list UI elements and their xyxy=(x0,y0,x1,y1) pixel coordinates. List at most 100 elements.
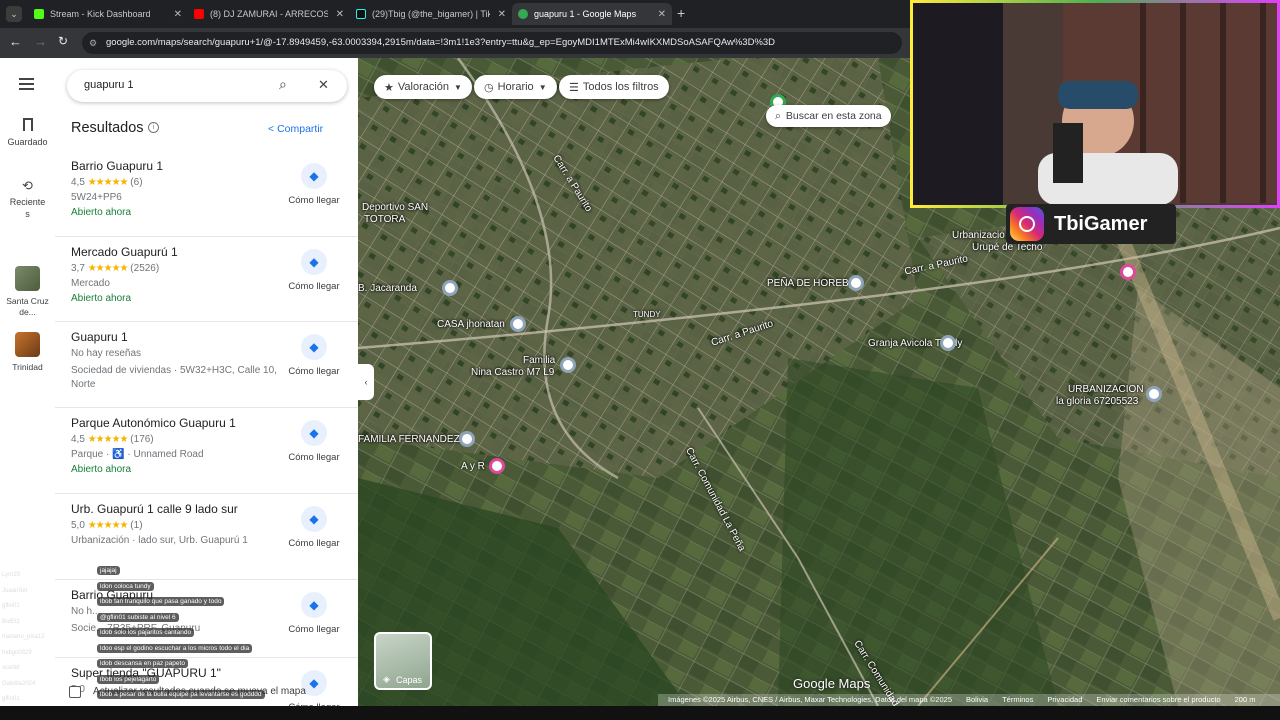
chat-username: JuaanSer xyxy=(2,587,28,594)
chat-username: gflin01 xyxy=(2,603,20,609)
place-label: B. Jacaranda xyxy=(358,283,417,294)
hours-filter-chip[interactable]: ◷ Horario ▼ xyxy=(474,75,557,99)
layers-icon: ◈ xyxy=(383,674,390,684)
map-marker[interactable] xyxy=(459,431,475,447)
chat-message: lbob a pesar de la bulla equipe pa levan… xyxy=(97,690,265,699)
close-icon[interactable]: ✕ xyxy=(498,9,506,20)
scale-label: 200 m xyxy=(1234,695,1256,704)
result-address: Sociedad de viviendas · 5W32+H3C, Calle … xyxy=(71,365,277,390)
info-icon[interactable]: i xyxy=(148,122,159,133)
directions-icon: ◆ xyxy=(301,506,327,532)
menu-icon[interactable] xyxy=(19,78,34,90)
tab-tiktok[interactable]: (29)Tbig (@the_bigamer) | TikT ✕ xyxy=(350,3,512,25)
place-label: FAMILIA FERNANDEZ xyxy=(358,434,460,445)
feedback-link[interactable]: Enviar comentarios sobre el producto xyxy=(1096,694,1220,706)
chat-username: Indigo0329 xyxy=(2,649,32,656)
recent-place-trinidad[interactable]: Trinidad xyxy=(0,332,55,372)
result-name[interactable]: Urb. Guapurú 1 calle 9 lado sur xyxy=(71,502,238,516)
saved-label: Guardado xyxy=(7,137,48,147)
map-marker[interactable] xyxy=(1146,386,1162,402)
result-name[interactable]: Mercado Guapurú 1 xyxy=(71,245,178,259)
forward-icon[interactable]: → xyxy=(34,34,47,49)
site-info-icon[interactable]: ⚙ xyxy=(89,32,97,54)
rating-value: 3,7 xyxy=(71,263,85,274)
directions-button[interactable]: ◆ Cómo llegar xyxy=(282,334,346,377)
result-card[interactable]: Parque Autonómico Guapuru 1 4,5 ★★★★★ (17… xyxy=(55,408,358,494)
chat-username: gflin01 xyxy=(2,696,20,702)
map-marker[interactable] xyxy=(442,280,458,296)
place-label: Nina Castro M7 L9 xyxy=(471,367,555,378)
chat-message: ldoo esp el godino escuchar a los micros… xyxy=(97,643,253,653)
tab-search-icon[interactable]: ⌄ xyxy=(6,6,22,22)
tab-kick[interactable]: Stream - Kick Dashboard ✕ xyxy=(28,3,188,25)
layers-button[interactable]: ◈ Capas xyxy=(374,632,432,690)
result-name[interactable]: Parque Autonómico Guapuru 1 xyxy=(71,416,236,430)
place-label: URBANIZACION xyxy=(1068,384,1144,395)
country-label: Bolivia xyxy=(966,695,989,704)
map-marker-shop[interactable] xyxy=(489,458,505,474)
directions-icon: ◆ xyxy=(301,249,327,275)
close-icon[interactable]: ✕ xyxy=(658,9,666,20)
new-tab-icon[interactable]: + xyxy=(677,5,685,21)
chat-username: mariano_pisa12 xyxy=(2,634,45,640)
privacy-link[interactable]: Privacidad xyxy=(1047,694,1082,706)
close-icon[interactable]: ✕ xyxy=(336,9,344,20)
directions-button[interactable]: ◆ Cómo llegar xyxy=(282,163,346,206)
collapse-panel-button[interactable]: ‹ xyxy=(358,364,374,400)
terms-link[interactable]: Términos xyxy=(1002,694,1033,706)
directions-button[interactable]: ◆ Cómo llegar xyxy=(282,506,346,549)
tab-google-maps[interactable]: guapuru 1 - Google Maps ✕ xyxy=(512,3,672,25)
map-marker[interactable] xyxy=(940,335,956,351)
result-card[interactable]: Barrio Guapuru 1 4,5 ★★★★★ (6) 5W24+PP6 Abi… xyxy=(55,151,358,237)
result-card[interactable]: Mercado Guapurú 1 3,7 ★★★★★ (2526) Mercado… xyxy=(55,237,358,322)
chat-message: lbob tan tranquilo que pasa ganado y tod… xyxy=(97,597,225,606)
streamer-webcam xyxy=(913,3,1277,205)
hours-filter-label: Horario xyxy=(497,81,534,93)
back-icon[interactable]: ← xyxy=(9,34,22,49)
place-label: PEÑA DE HOREB xyxy=(767,278,849,289)
reload-icon[interactable]: ↻ xyxy=(58,34,68,48)
review-count: (6) xyxy=(130,177,143,188)
results-title: Resultados xyxy=(71,120,144,136)
search-input[interactable]: guapuru 1 xyxy=(84,79,134,91)
saved-button[interactable]: Guardado xyxy=(0,118,55,147)
result-rating-row: 5,0 ★★★★★ (1) xyxy=(71,520,143,531)
place-label: TOTORA xyxy=(364,214,406,225)
search-icon[interactable]: ⌕ xyxy=(279,76,287,93)
directions-button[interactable]: ◆ Cómo llegar xyxy=(282,249,346,292)
map-marker[interactable] xyxy=(848,275,864,291)
recent-place-santa-cruz[interactable]: Santa Cruz de... xyxy=(0,266,55,318)
result-name[interactable]: Barrio Guapuru 1 xyxy=(71,159,163,173)
recent-label: Reciente s xyxy=(9,197,46,219)
search-box[interactable]: guapuru 1 ⌕ ✕ xyxy=(67,70,347,102)
chevron-down-icon: ▼ xyxy=(538,82,547,92)
result-name[interactable]: Guapuru 1 xyxy=(71,330,128,344)
place-label: TUNDY xyxy=(633,310,661,319)
search-area-button[interactable]: ⌕ Buscar en esta zona xyxy=(766,105,891,127)
result-card[interactable]: Guapuru 1 No hay reseñas Sociedad de vivie… xyxy=(55,322,358,408)
review-count: (1) xyxy=(130,520,143,531)
star-icon: ★ xyxy=(384,81,394,94)
rating-filter-chip[interactable]: ★ Valoración ▼ xyxy=(374,75,472,99)
directions-icon: ◆ xyxy=(301,163,327,189)
chat-message: jajajaj xyxy=(97,566,120,575)
result-rating-row: 4,5 ★★★★★ (6) xyxy=(71,177,143,188)
tab-youtube[interactable]: (8) DJ ZAMURAI - ARRECOSTAI ✕ xyxy=(188,3,350,25)
recent-button[interactable]: ⟲ Reciente s xyxy=(0,178,55,220)
directions-icon: ◆ xyxy=(301,334,327,360)
map-marker-shop[interactable] xyxy=(1120,264,1136,280)
directions-button[interactable]: ◆ Cómo llegar xyxy=(282,420,346,463)
close-icon[interactable]: ✕ xyxy=(174,9,182,20)
place-label: Familia xyxy=(523,355,556,366)
bookmark-icon xyxy=(22,118,33,131)
directions-icon: ◆ xyxy=(301,592,327,618)
directions-button[interactable]: ◆ Cómo llegar xyxy=(282,592,346,635)
result-detail: Mercado xyxy=(71,278,110,289)
url-field[interactable]: ⚙ google.com/maps/search/guapuru+1/@-17.… xyxy=(82,32,902,54)
all-filters-chip[interactable]: ☰ Todos los filtros xyxy=(559,75,669,99)
all-filters-label: Todos los filtros xyxy=(582,81,659,93)
map-marker[interactable] xyxy=(560,357,576,373)
clear-search-icon[interactable]: ✕ xyxy=(318,77,329,93)
share-button[interactable]: < Compartir xyxy=(268,123,323,135)
map-marker[interactable] xyxy=(510,316,526,332)
